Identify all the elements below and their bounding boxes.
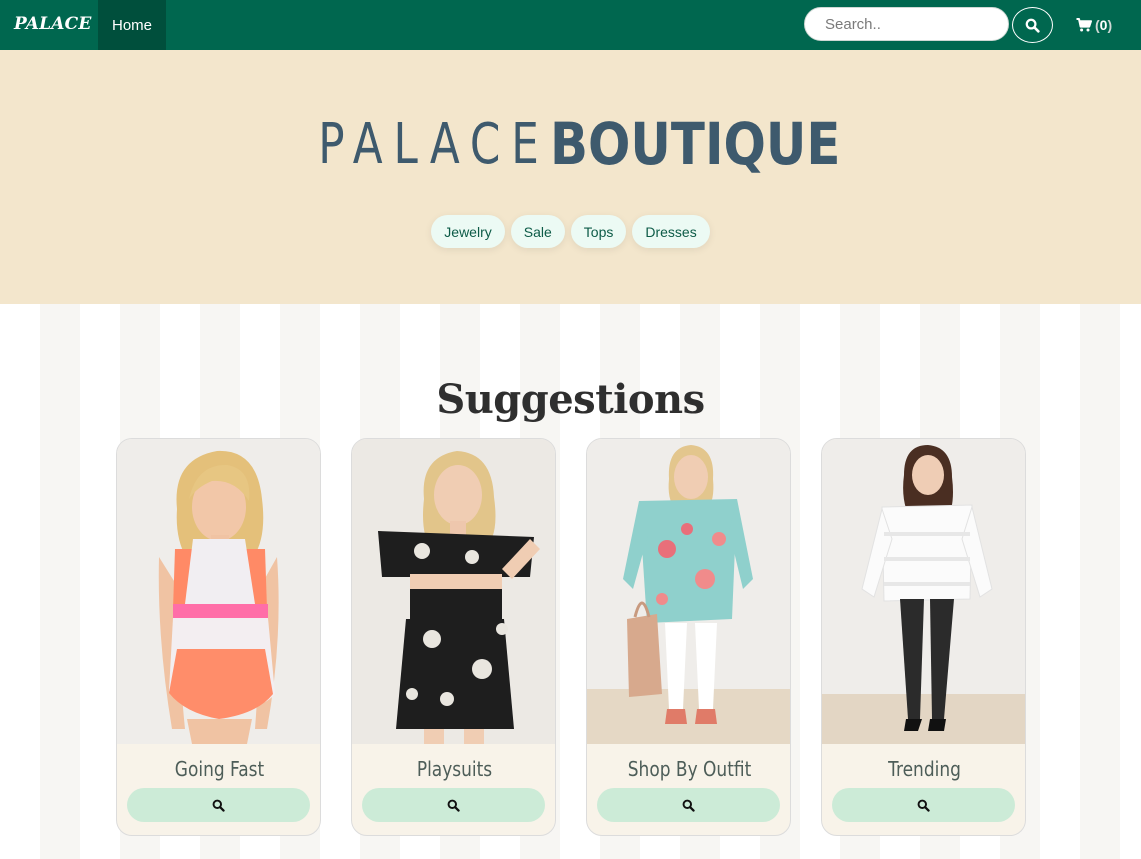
- card-label: Shop By Outfit: [627, 757, 752, 781]
- hero-title: PALACEBOUTIQUE: [0, 110, 1141, 178]
- search-input[interactable]: [804, 7, 1009, 41]
- category-pill-jewelry[interactable]: Jewelry: [431, 215, 505, 248]
- category-pill-dresses[interactable]: Dresses: [632, 215, 710, 248]
- category-pill-sale[interactable]: Sale: [510, 215, 565, 248]
- hero-title-boutique: BOUTIQUE: [550, 110, 841, 178]
- suggestions-section: Suggestions Going Fast Playsuits Shop By…: [0, 304, 1141, 859]
- shopping-cart-icon: [1076, 18, 1092, 32]
- card-search-button[interactable]: [127, 788, 310, 822]
- card-search-button[interactable]: [362, 788, 545, 822]
- cart-link[interactable]: (0): [1076, 15, 1112, 35]
- product-image-outfit: [587, 439, 790, 744]
- search-icon: [917, 799, 930, 812]
- search-icon: [1025, 18, 1040, 33]
- category-pill-tops[interactable]: Tops: [570, 215, 627, 248]
- product-image-swimsuit: [117, 439, 320, 744]
- search-icon: [682, 799, 695, 812]
- product-image-playsuit: [352, 439, 555, 744]
- category-pills: Jewelry Sale Tops Dresses: [0, 215, 1141, 248]
- suggestion-card-going-fast[interactable]: Going Fast: [116, 438, 321, 836]
- suggestion-card-shop-by-outfit[interactable]: Shop By Outfit: [586, 438, 791, 836]
- section-title: Suggestions: [436, 376, 705, 423]
- nav-home-link[interactable]: Home: [98, 0, 166, 50]
- suggestion-card-trending[interactable]: Trending: [821, 438, 1026, 836]
- card-label: Playsuits: [416, 757, 493, 781]
- search-button[interactable]: [1012, 7, 1053, 43]
- hero-banner: PALACEBOUTIQUE Jewelry Sale Tops Dresses: [0, 50, 1141, 304]
- product-image-trending: [822, 439, 1025, 744]
- card-label: Trending: [888, 757, 961, 781]
- search-icon: [447, 799, 460, 812]
- top-navbar: PALACE Home (0): [0, 0, 1141, 50]
- card-label: Going Fast: [174, 757, 265, 781]
- hero-title-palace: PALACE: [318, 111, 550, 177]
- card-search-button[interactable]: [597, 788, 780, 822]
- suggestion-card-playsuits[interactable]: Playsuits: [351, 438, 556, 836]
- search-icon: [212, 799, 225, 812]
- brand-logo[interactable]: PALACE: [14, 14, 92, 34]
- card-search-button[interactable]: [832, 788, 1015, 822]
- cart-count-display: (0): [1095, 17, 1112, 33]
- cart-close-paren: ): [1107, 17, 1113, 33]
